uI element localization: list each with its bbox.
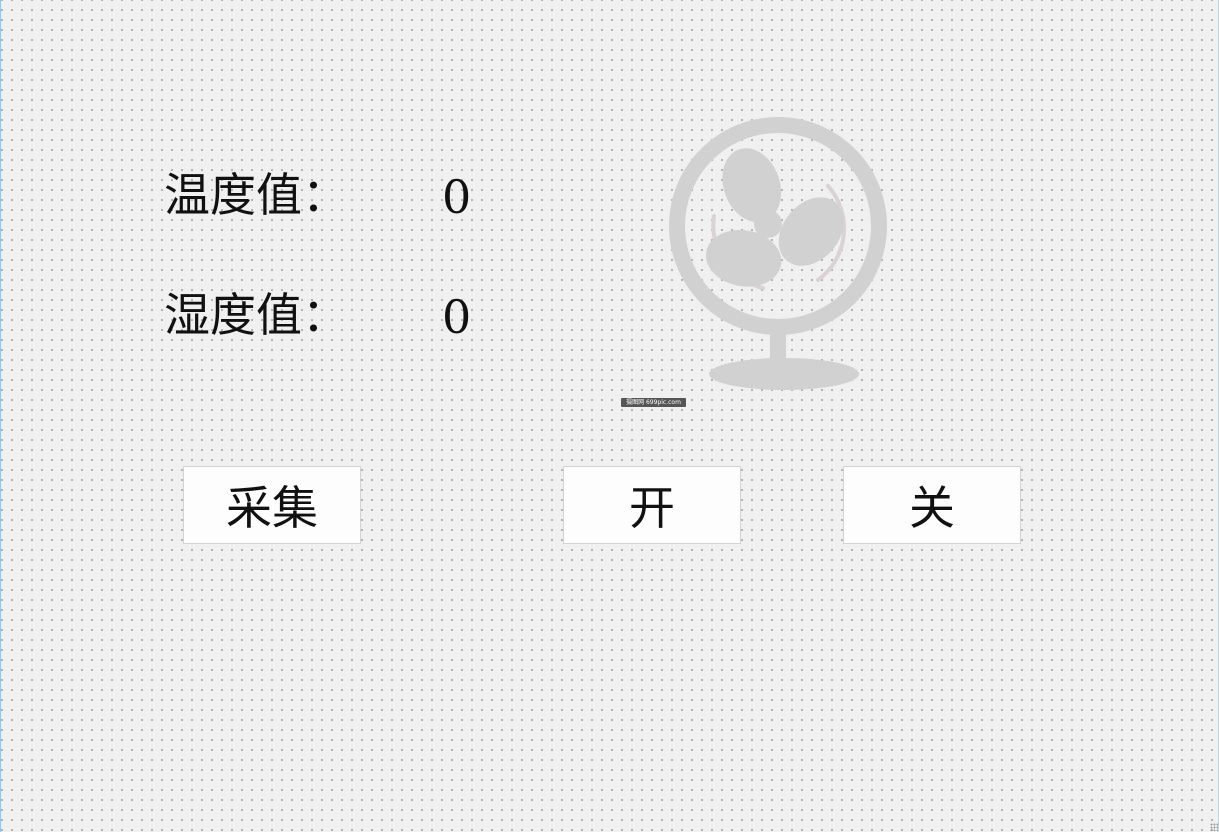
temperature-label: 温度值： (164, 168, 348, 222)
fan-off-button[interactable]: 关 (843, 466, 1021, 544)
fan-on-button[interactable]: 开 (563, 466, 741, 544)
window-left-border (0, 0, 1, 832)
temperature-value: 0 (442, 170, 472, 224)
resize-grip-icon[interactable] (1210, 823, 1218, 831)
humidity-value: 0 (442, 290, 472, 344)
collect-button[interactable]: 采集 (183, 466, 361, 544)
fan-icon (668, 116, 888, 396)
watermark: 摄图网 699pic.com (621, 398, 686, 407)
humidity-label: 湿度值： (164, 288, 348, 342)
